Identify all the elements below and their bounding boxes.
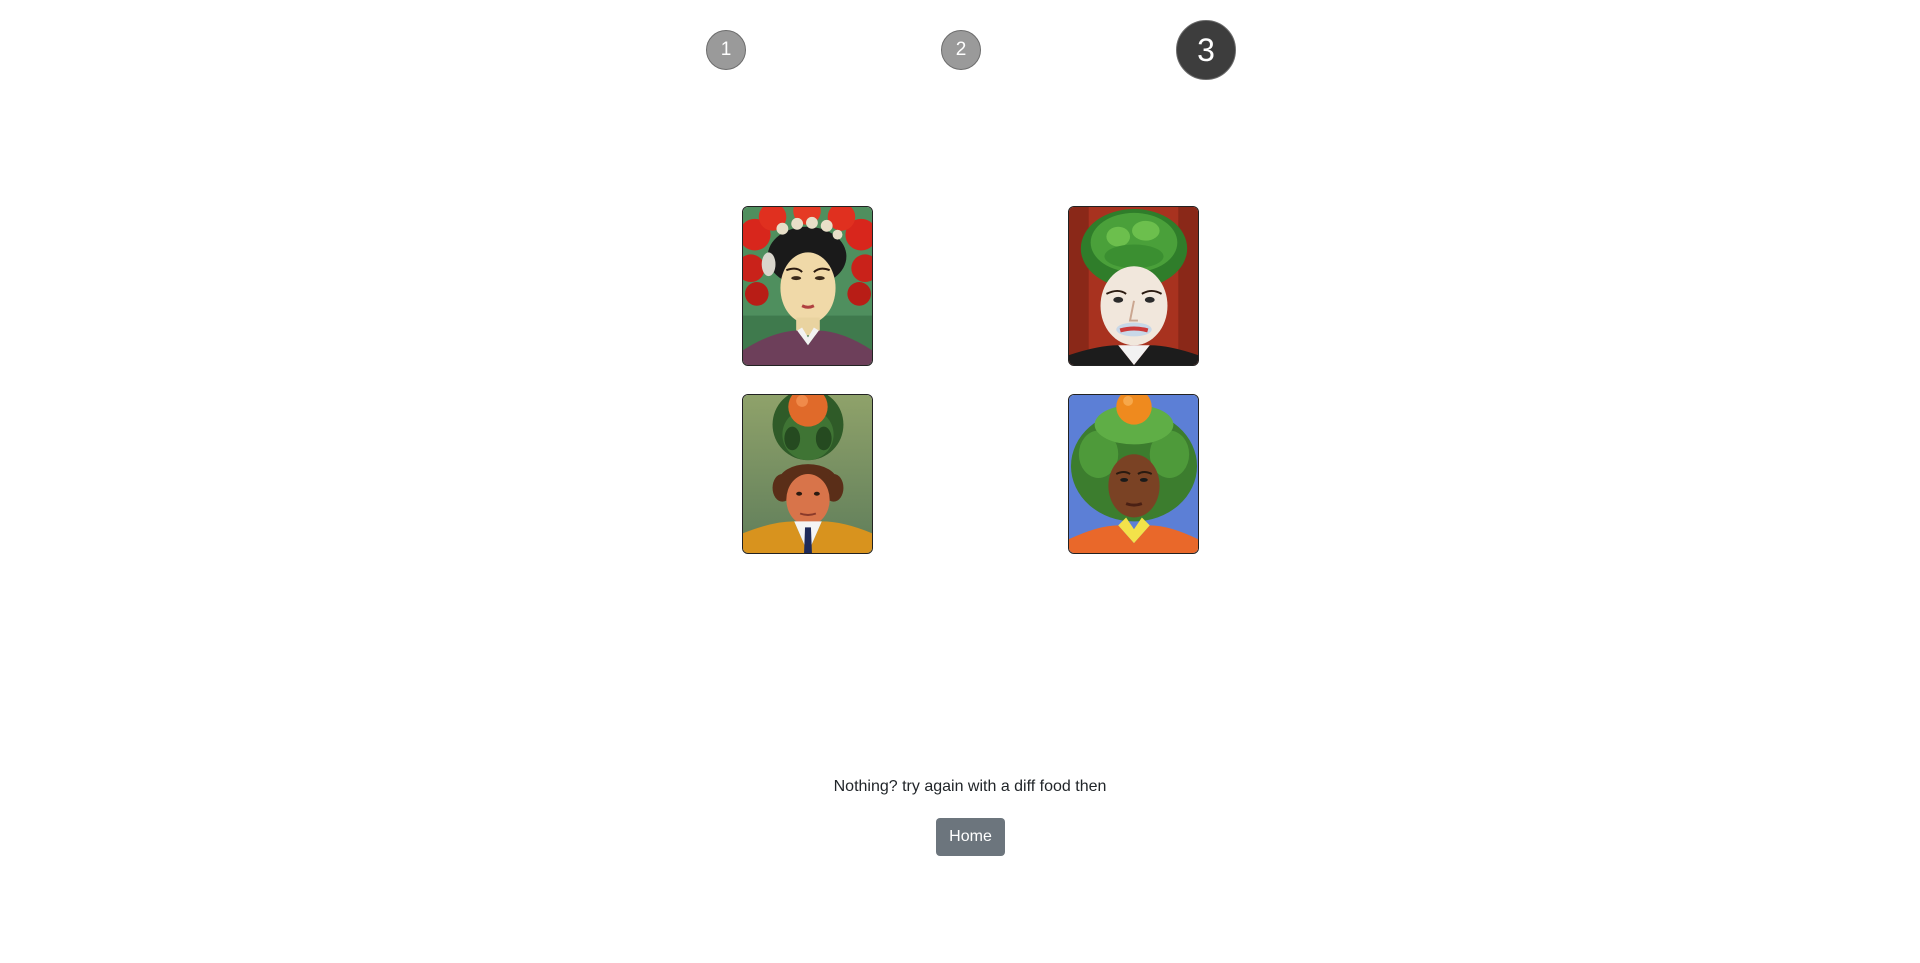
- step-indicator-2: 2: [941, 30, 981, 70]
- portrait-man-green-afro-orange-icon[interactable]: [1068, 394, 1199, 554]
- portrait-2-image: [1069, 207, 1198, 365]
- step-indicator-1: 1: [706, 30, 746, 70]
- portrait-4-image: [1069, 395, 1198, 553]
- portrait-3-image: [743, 395, 872, 553]
- portrait-man-orange-leaves-icon[interactable]: [742, 394, 873, 554]
- portrait-1-image: [743, 207, 872, 365]
- portrait-woman-red-flowers-icon[interactable]: [742, 206, 873, 366]
- portrait-man-broccoli-hair-icon[interactable]: [1068, 206, 1199, 366]
- step-indicator-3-active: 3: [1176, 20, 1236, 80]
- home-button[interactable]: Home: [936, 818, 1005, 856]
- no-match-message: Nothing? try again with a diff food then: [833, 778, 1107, 795]
- result-page: 1 2 3 Nothing? try again with a diff foo…: [0, 0, 1920, 963]
